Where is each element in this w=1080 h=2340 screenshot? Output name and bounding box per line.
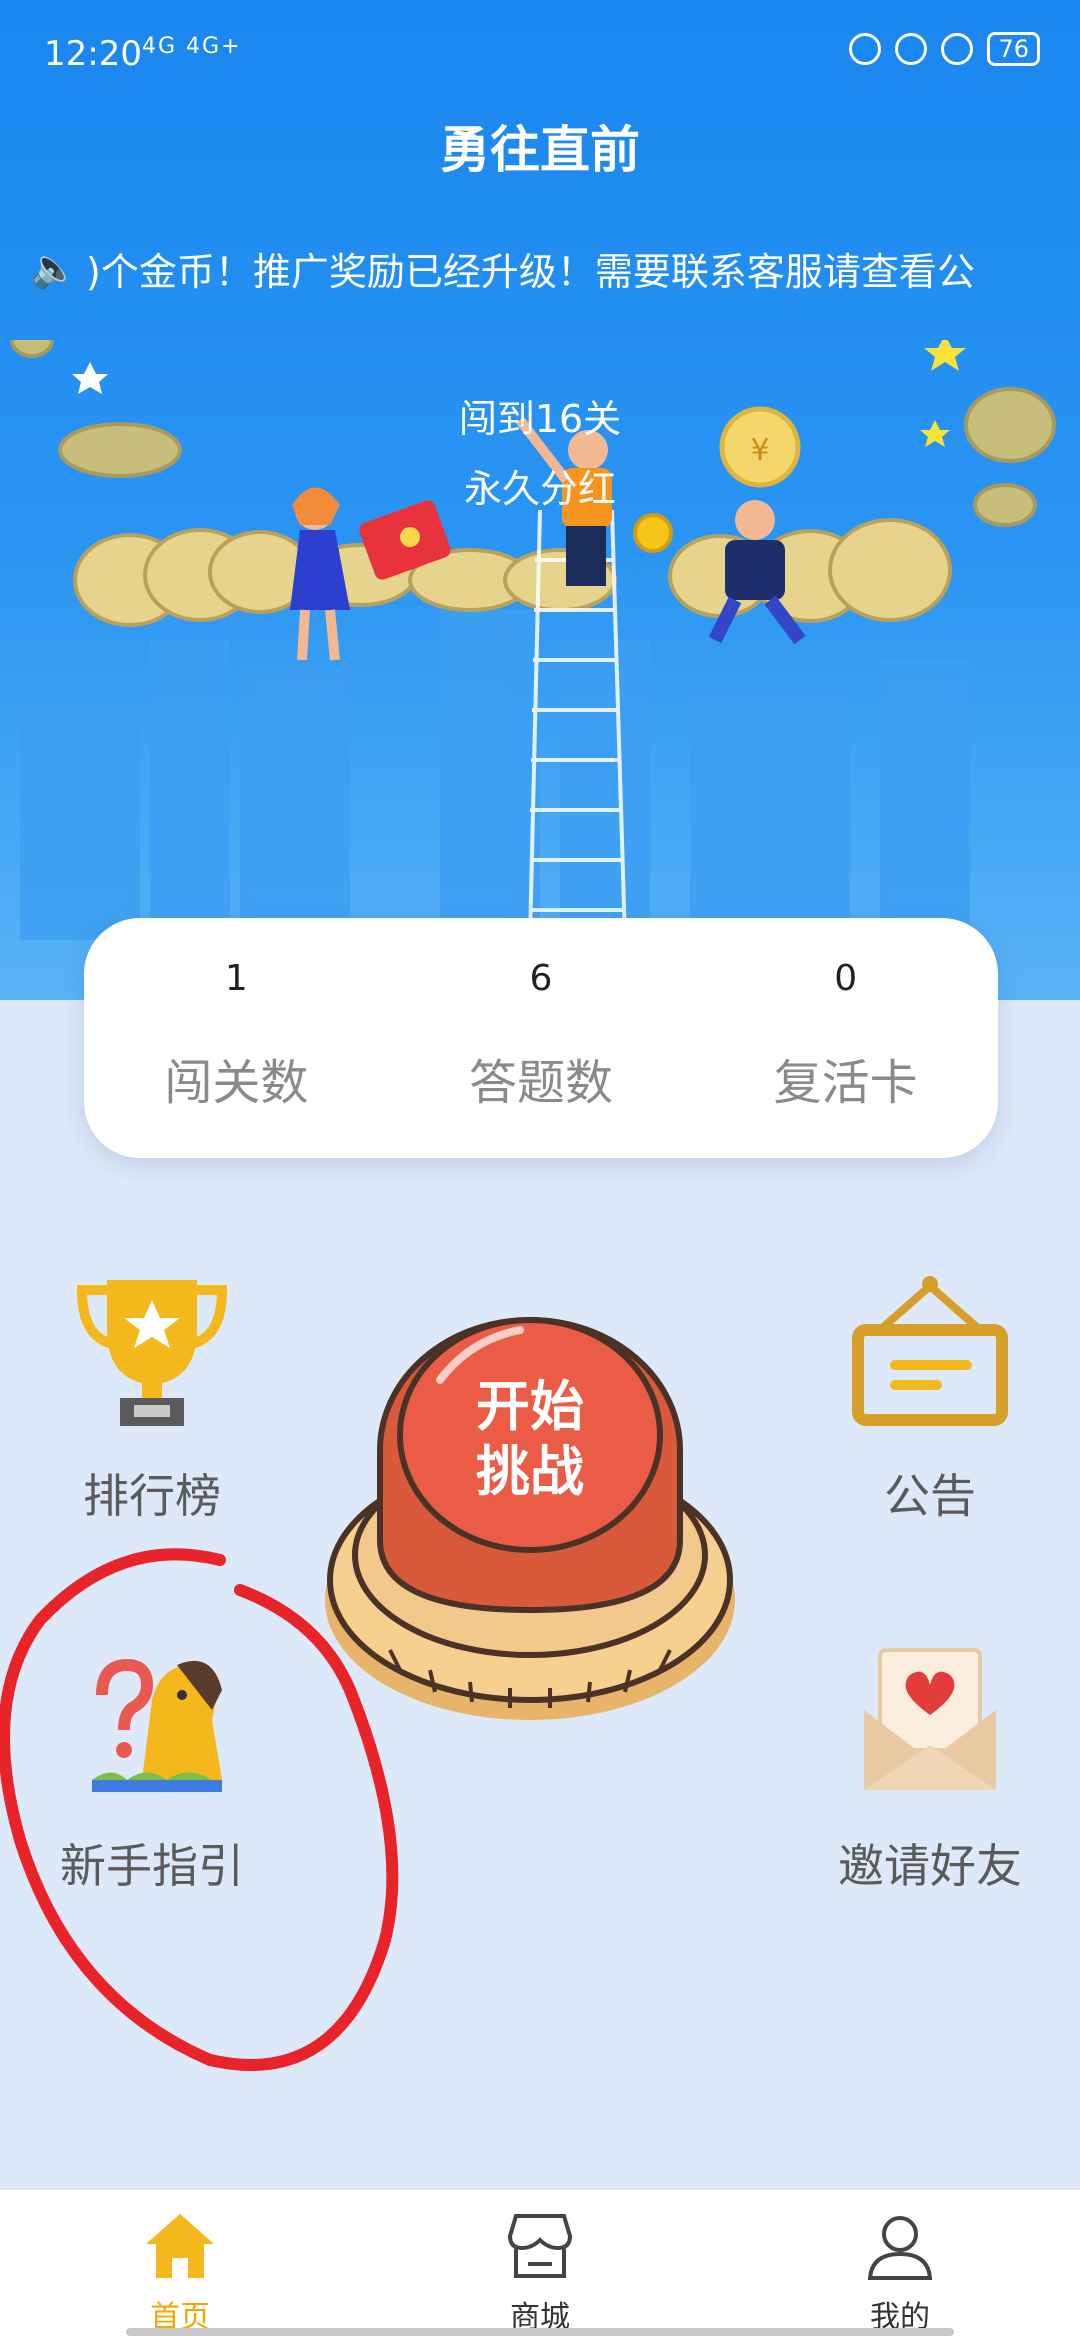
notice-button[interactable]: 公告 bbox=[780, 1270, 1080, 1526]
stat-label: 复活卡 bbox=[773, 1055, 918, 1111]
trophy-icon bbox=[76, 1280, 228, 1426]
leaderboard-button[interactable]: 排行榜 bbox=[2, 1270, 302, 1526]
battery-icon: 76 bbox=[987, 32, 1040, 66]
envelope-heart-icon bbox=[864, 1648, 996, 1790]
leaderboard-label: 排行榜 bbox=[83, 1469, 221, 1523]
notice-label: 公告 bbox=[884, 1469, 976, 1523]
stat-levels: 1 闯关数 bbox=[84, 918, 389, 1158]
status-bar: 12:20 4G 4G+ 76 bbox=[0, 0, 1080, 110]
start-challenge-button[interactable]: 开始 挑战 bbox=[320, 1300, 760, 1760]
promo-line-level: 闯到16关 bbox=[458, 397, 622, 441]
stat-value: 6 bbox=[529, 958, 553, 999]
home-indicator[interactable] bbox=[126, 2328, 954, 2336]
horse-question-icon bbox=[92, 1658, 222, 1792]
start-button-line2: 挑战 bbox=[476, 1440, 584, 1503]
notice-board-icon bbox=[852, 1276, 1008, 1426]
beginner-guide-label: 新手指引 bbox=[60, 1839, 244, 1893]
profile-icon bbox=[867, 2216, 933, 2280]
marquee-text: )个金币！推广奖励已经升级！需要联系客服请查看公 bbox=[86, 249, 975, 294]
stat-value: 1 bbox=[224, 958, 248, 999]
stat-label: 答题数 bbox=[469, 1055, 614, 1111]
announcement-marquee[interactable]: 🔈 )个金币！推广奖励已经升级！需要联系客服请查看公 bbox=[30, 238, 1060, 298]
promo-line-dividend: 永久分红 bbox=[463, 467, 616, 511]
invite-friends-label: 邀请好友 bbox=[838, 1839, 1022, 1893]
alarm-icon bbox=[941, 33, 974, 65]
signal-icon: 4G 4G+ bbox=[142, 34, 242, 59]
lock-rotation-icon bbox=[895, 33, 928, 65]
bottom-nav: 首页 商城 我的 bbox=[0, 2188, 1080, 2340]
start-button-line1: 开始 bbox=[476, 1375, 584, 1438]
vibrate-icon bbox=[849, 33, 882, 65]
status-time: 12:20 bbox=[44, 34, 142, 74]
beginner-guide-button[interactable]: 新手指引 bbox=[2, 1640, 302, 1896]
page-title: 勇往直前 bbox=[440, 121, 640, 179]
nav-shop[interactable]: 商城 bbox=[360, 2190, 720, 2340]
nav-profile[interactable]: 我的 bbox=[720, 2190, 1080, 2340]
stat-answers: 6 答题数 bbox=[389, 918, 694, 1158]
status-icons: 76 bbox=[849, 32, 1040, 66]
shop-icon bbox=[507, 2214, 573, 2278]
invite-friends-button[interactable]: 邀请好友 bbox=[780, 1640, 1080, 1896]
stat-value: 0 bbox=[834, 958, 858, 999]
speaker-icon: 🔈 bbox=[30, 245, 78, 290]
stats-card: 1 闯关数 6 答题数 0 复活卡 bbox=[84, 918, 998, 1158]
stat-revive-cards: 0 复活卡 bbox=[693, 918, 998, 1158]
stat-label: 闯关数 bbox=[164, 1055, 309, 1111]
home-icon bbox=[146, 2214, 214, 2278]
nav-home[interactable]: 首页 bbox=[0, 2190, 360, 2340]
